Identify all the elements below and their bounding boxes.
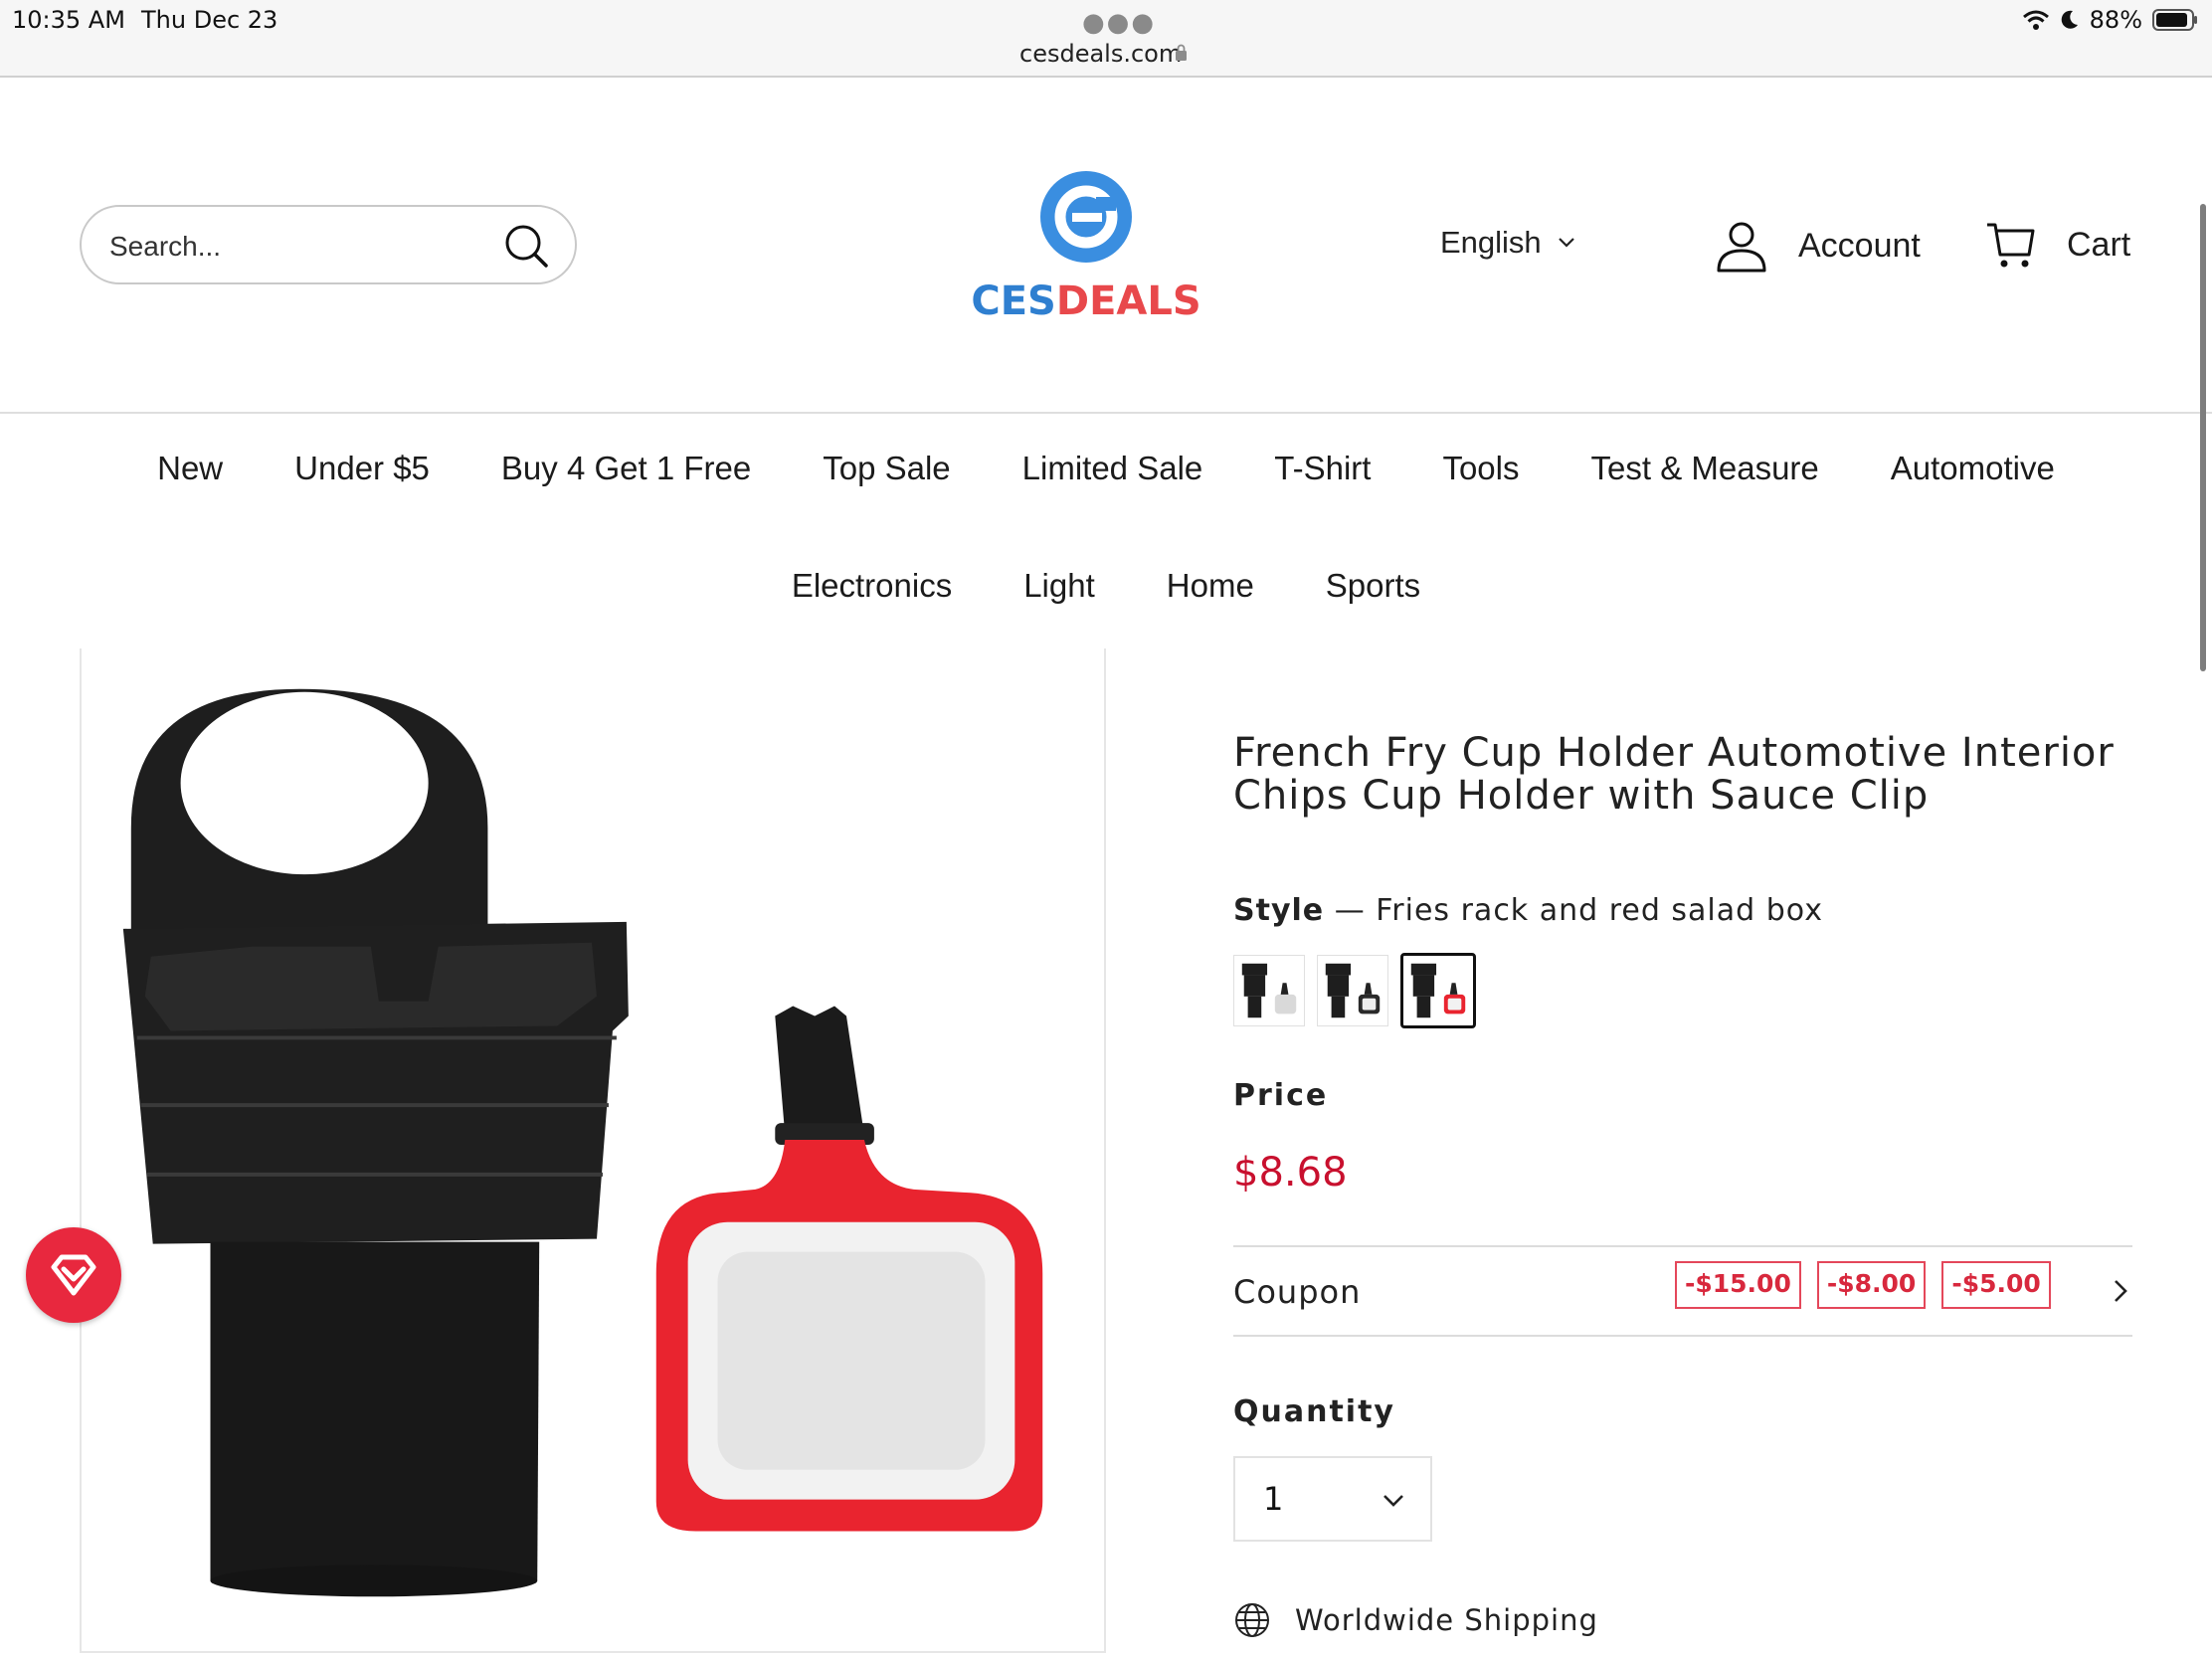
coupon-row[interactable]: Coupon -$15.00 -$8.00 -$5.00: [1233, 1245, 2132, 1337]
chevron-down-icon: [1383, 1495, 1403, 1507]
language-label: English: [1440, 225, 1542, 260]
logo-wordmark: CESDEALS: [971, 278, 1201, 324]
logo-mark-icon: [1040, 171, 1132, 263]
globe-icon: [1235, 1603, 1269, 1637]
account-link[interactable]: Account: [1715, 219, 1921, 273]
battery-icon: [2152, 9, 2197, 31]
style-swatch-3-selected[interactable]: [1400, 953, 1476, 1028]
cart-label: Cart: [2067, 225, 2131, 264]
address-bar-url[interactable]: cesdeals.com: [1019, 40, 1182, 68]
quantity-select[interactable]: 1: [1233, 1456, 1432, 1542]
swatch-thumbnail-black-white: [1325, 963, 1381, 1018]
nav-item-tools[interactable]: Tools: [1406, 450, 1555, 487]
user-icon: [1717, 222, 1766, 273]
rewards-badge[interactable]: [26, 1227, 121, 1323]
product-price: $8.68: [1233, 1150, 1348, 1196]
cart-link[interactable]: Cart: [1985, 219, 2130, 271]
more-dots-icon[interactable]: ●●●: [1082, 8, 1156, 38]
product-title: French Fry Cup Holder Automotive Interio…: [1233, 730, 2115, 819]
product-photo-illustration: [122, 688, 1043, 1597]
nav-item-home[interactable]: Home: [1131, 567, 1290, 605]
coupon-tag[interactable]: -$15.00: [1675, 1261, 1801, 1309]
shipping-info: Worldwide Shipping: [1233, 1601, 1598, 1639]
nav-item-top-sale[interactable]: Top Sale: [787, 450, 986, 487]
language-selector[interactable]: English: [1440, 225, 1575, 261]
nav-item-test-measure[interactable]: Test & Measure: [1556, 450, 1855, 487]
lock-icon: [1176, 44, 1187, 61]
nav-item-limited-sale[interactable]: Limited Sale: [987, 450, 1239, 487]
nav-item-new[interactable]: New: [121, 450, 259, 487]
swatch-thumbnail-red: [1410, 963, 1466, 1018]
nav-item-automotive[interactable]: Automotive: [1855, 450, 2091, 487]
status-date: Thu Dec 23: [141, 6, 278, 34]
coupon-tag[interactable]: -$5.00: [1941, 1261, 2051, 1309]
chevron-down-icon: [1558, 238, 1574, 248]
diamond-icon: [51, 1254, 96, 1296]
style-row: Style — Fries rack and red salad box: [1233, 893, 1823, 928]
product-image[interactable]: [80, 648, 1106, 1653]
nav-item-electronics[interactable]: Electronics: [756, 567, 988, 605]
status-icons: 88%: [2022, 6, 2198, 34]
search-icon[interactable]: [503, 223, 549, 269]
browser-status-bar: 10:35 AM Thu Dec 23 ●●● cesdeals.com 88%: [0, 0, 2212, 78]
account-label: Account: [1798, 226, 1921, 265]
main-nav-row-2: Electronics Light Home Sports: [0, 567, 2212, 605]
nav-item-buy-4-get-1-free[interactable]: Buy 4 Get 1 Free: [465, 450, 787, 487]
style-swatch-1[interactable]: [1233, 955, 1305, 1026]
battery-percent: 88%: [2089, 6, 2142, 34]
coupon-label: Coupon: [1233, 1273, 1362, 1311]
coupon-tags: -$15.00 -$8.00 -$5.00: [1675, 1261, 2051, 1309]
quantity-value: 1: [1263, 1480, 1284, 1518]
style-value: Fries rack and red salad box: [1376, 893, 1823, 928]
search-box[interactable]: [80, 205, 577, 284]
wifi-icon: [2022, 10, 2049, 30]
nav-item-light[interactable]: Light: [988, 567, 1131, 605]
swatch-thumbnail-white: [1241, 963, 1297, 1018]
cart-icon: [1987, 223, 2035, 268]
moon-icon: [2061, 10, 2078, 29]
header-divider: [0, 412, 2212, 414]
shipping-text: Worldwide Shipping: [1295, 1603, 1598, 1637]
site-logo[interactable]: CESDEALS: [967, 169, 1205, 328]
chevron-right-icon: [2115, 1280, 2127, 1302]
main-nav-row-1: New Under $5 Buy 4 Get 1 Free Top Sale L…: [0, 450, 2212, 487]
coupon-tag[interactable]: -$8.00: [1816, 1261, 1927, 1309]
style-swatch-2[interactable]: [1317, 955, 1388, 1026]
nav-item-sports[interactable]: Sports: [1290, 567, 1456, 605]
style-separator: —: [1334, 893, 1377, 928]
price-label: Price: [1233, 1078, 1329, 1113]
quantity-label: Quantity: [1233, 1394, 1395, 1429]
status-time: 10:35 AM: [12, 6, 125, 34]
nav-item-under-5[interactable]: Under $5: [259, 450, 465, 487]
search-input[interactable]: [109, 225, 487, 269]
page-scrollbar[interactable]: [2200, 204, 2206, 671]
style-label: Style: [1233, 893, 1325, 928]
style-swatches: [1233, 953, 1476, 1028]
nav-item-t-shirt[interactable]: T-Shirt: [1238, 450, 1406, 487]
